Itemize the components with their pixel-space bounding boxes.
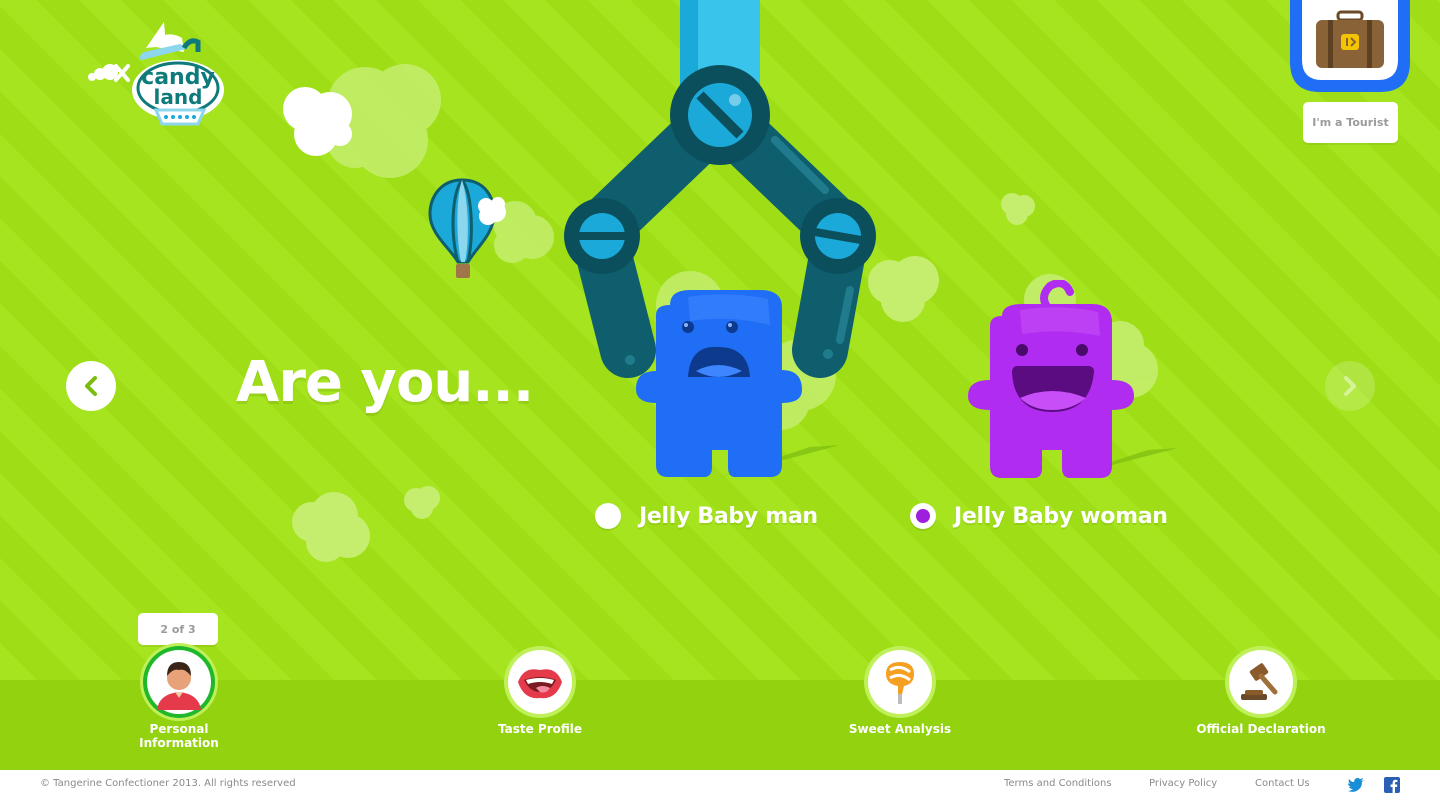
- radio-jelly-baby-woman[interactable]: [910, 503, 936, 529]
- tourist-button[interactable]: [1290, 0, 1410, 92]
- chevron-right-icon: [1344, 376, 1356, 396]
- copyright-text: © Tangerine Confectioner 2013. All right…: [40, 778, 296, 789]
- step-label-sweet-analysis: Sweet Analysis: [848, 722, 952, 736]
- chevron-left-icon: [85, 376, 97, 396]
- step-label-official-declaration: Official Declaration: [1196, 722, 1326, 736]
- gavel-icon: [1241, 663, 1278, 700]
- tourist-label[interactable]: I'm a Tourist: [1303, 102, 1398, 143]
- candyland-logo[interactable]: candy land: [84, 18, 229, 130]
- step-personal-information[interactable]: Personal Information: [109, 650, 249, 750]
- twitter-icon[interactable]: [1348, 778, 1364, 792]
- footer: © Tangerine Confectioner 2013. All right…: [0, 770, 1440, 800]
- cloud-decoration: [292, 492, 370, 562]
- jelly-baby-woman[interactable]: [962, 280, 1182, 485]
- step-circle[interactable]: [508, 650, 572, 714]
- person-icon: [151, 654, 207, 710]
- step-official-declaration[interactable]: Official Declaration: [1191, 650, 1331, 736]
- option-jelly-baby-woman[interactable]: Jelly Baby woman: [910, 503, 1168, 529]
- step-label-taste-profile: Taste Profile: [497, 722, 583, 736]
- step-circle-active[interactable]: [147, 650, 211, 714]
- step-label-personal-information: Personal Information: [139, 722, 219, 750]
- privacy-link[interactable]: Privacy Policy: [1149, 778, 1217, 789]
- step-circle[interactable]: [868, 650, 932, 714]
- step-taste-profile[interactable]: Taste Profile: [470, 650, 610, 736]
- suitcase-icon: [1316, 10, 1384, 68]
- mouth-icon: [518, 669, 562, 699]
- question-headline: Are you...: [236, 350, 534, 415]
- contact-link[interactable]: Contact Us: [1255, 778, 1310, 789]
- option-label-woman: Jelly Baby woman: [954, 503, 1168, 529]
- option-jelly-baby-man[interactable]: Jelly Baby man: [595, 503, 818, 529]
- step-sweet-analysis[interactable]: Sweet Analysis: [830, 650, 970, 736]
- radio-selected-dot: [916, 509, 930, 523]
- cloud-decoration: [283, 87, 352, 156]
- next-button[interactable]: [1325, 361, 1375, 411]
- jelly-baby-man[interactable]: [630, 285, 850, 485]
- terms-link[interactable]: Terms and Conditions: [1004, 778, 1112, 789]
- step-circle[interactable]: [1229, 650, 1293, 714]
- stage: candy land Are you... Jelly Baby man Jel…: [0, 0, 1440, 770]
- progress-tooltip: 2 of 3: [138, 613, 218, 645]
- logo-text-land: land: [154, 85, 203, 109]
- radio-jelly-baby-man[interactable]: [595, 503, 621, 529]
- cloud-decoration: [1001, 193, 1035, 225]
- lollipop-icon: [886, 662, 914, 704]
- cloud-decoration: [404, 486, 440, 519]
- hot-air-balloon-icon: [428, 178, 506, 278]
- option-label-man: Jelly Baby man: [639, 503, 818, 529]
- previous-button[interactable]: [66, 361, 116, 411]
- facebook-icon[interactable]: [1384, 777, 1400, 793]
